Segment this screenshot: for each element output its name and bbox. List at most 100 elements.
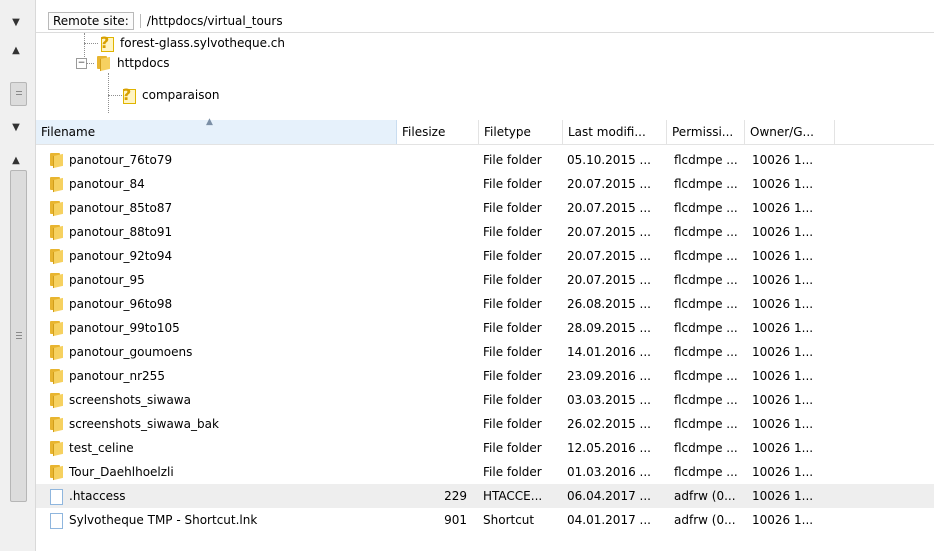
file-modified: 04.01.2017 ... bbox=[567, 513, 651, 527]
scroll-down-icon[interactable]: ▼ bbox=[4, 117, 28, 137]
file-owner: 10026 1... bbox=[752, 465, 814, 479]
table-row[interactable]: panotour_92to94 File folder 20.07.2015 .… bbox=[36, 244, 934, 268]
file-owner: 10026 1... bbox=[752, 177, 814, 191]
file-name: panotour_95 bbox=[69, 273, 145, 287]
table-row[interactable]: panotour_76to79 File folder 05.10.2015 .… bbox=[36, 148, 934, 172]
scroll-up-icon[interactable]: ▲ bbox=[4, 150, 28, 170]
folder-icon bbox=[48, 369, 64, 385]
file-icon bbox=[48, 488, 64, 505]
tree-item-label: comparaison bbox=[142, 88, 220, 102]
grip-icon bbox=[16, 335, 22, 336]
column-header-owner[interactable]: Owner/G... bbox=[745, 120, 835, 144]
tree-item-comparaison[interactable]: ? comparaison bbox=[122, 85, 220, 104]
column-header-permissions[interactable]: Permissi... bbox=[667, 120, 745, 144]
file-size bbox=[397, 388, 467, 412]
file-permissions: flcdmpe ... bbox=[674, 441, 738, 455]
file-permissions: flcdmpe ... bbox=[674, 153, 738, 167]
table-row[interactable]: panotour_84 File folder 20.07.2015 ... f… bbox=[36, 172, 934, 196]
file-permissions: flcdmpe ... bbox=[674, 393, 738, 407]
file-size bbox=[397, 220, 467, 244]
file-name: panotour_84 bbox=[69, 177, 145, 191]
folder-icon bbox=[48, 225, 64, 241]
file-owner: 10026 1... bbox=[752, 201, 814, 215]
table-row[interactable]: panotour_96to98 File folder 26.08.2015 .… bbox=[36, 292, 934, 316]
dropdown-arrow-icon[interactable]: ▼ bbox=[4, 12, 28, 32]
folder-icon bbox=[48, 393, 64, 409]
file-permissions: flcdmpe ... bbox=[674, 321, 738, 335]
table-row[interactable]: test_celine File folder 12.05.2016 ... f… bbox=[36, 436, 934, 460]
table-row[interactable]: panotour_85to87 File folder 20.07.2015 .… bbox=[36, 196, 934, 220]
file-name: panotour_76to79 bbox=[69, 153, 173, 167]
column-header-filename[interactable]: Filename ▲ bbox=[36, 117, 397, 144]
file-modified: 20.07.2015 ... bbox=[567, 201, 651, 215]
file-size bbox=[397, 412, 467, 436]
folder-icon bbox=[48, 417, 64, 433]
file-size bbox=[397, 148, 467, 172]
file-size bbox=[397, 196, 467, 220]
file-type: File folder bbox=[483, 441, 542, 455]
table-row[interactable]: panotour_88to91 File folder 20.07.2015 .… bbox=[36, 220, 934, 244]
table-row[interactable]: panotour_99to105 File folder 28.09.2015 … bbox=[36, 316, 934, 340]
folder-icon bbox=[48, 297, 64, 313]
folder-icon bbox=[48, 177, 64, 193]
folder-icon bbox=[48, 249, 64, 265]
file-list-scrollbar-thumb[interactable] bbox=[10, 170, 27, 502]
tree-item-forest-glass[interactable]: ? forest-glass.sylvotheque.ch bbox=[100, 33, 285, 52]
file-type: File folder bbox=[483, 465, 542, 479]
table-row[interactable]: screenshots_siwawa_bak File folder 26.02… bbox=[36, 412, 934, 436]
file-owner: 10026 1... bbox=[752, 369, 814, 383]
tree-item-label: httpdocs bbox=[117, 56, 170, 70]
file-modified: 26.02.2015 ... bbox=[567, 417, 651, 431]
file-permissions: flcdmpe ... bbox=[674, 417, 738, 431]
tree-item-httpdocs[interactable]: − httpdocs bbox=[76, 54, 169, 72]
table-row[interactable]: panotour_goumoens File folder 14.01.2016… bbox=[36, 340, 934, 364]
file-modified: 28.09.2015 ... bbox=[567, 321, 651, 335]
file-type: File folder bbox=[483, 369, 542, 383]
folder-icon bbox=[48, 273, 64, 289]
column-header-label: Filetype bbox=[484, 125, 531, 139]
folder-icon bbox=[48, 345, 64, 361]
file-name: panotour_nr255 bbox=[69, 369, 165, 383]
column-header-label: Owner/G... bbox=[750, 125, 814, 139]
file-owner: 10026 1... bbox=[752, 513, 814, 527]
table-row[interactable]: panotour_95 File folder 20.07.2015 ... f… bbox=[36, 268, 934, 292]
tree-scrollbar-thumb[interactable] bbox=[10, 82, 27, 106]
file-owner: 10026 1... bbox=[752, 153, 814, 167]
grip-icon bbox=[16, 94, 22, 95]
table-row[interactable]: panotour_nr255 File folder 23.09.2016 ..… bbox=[36, 364, 934, 388]
file-modified: 20.07.2015 ... bbox=[567, 225, 651, 239]
file-owner: 10026 1... bbox=[752, 393, 814, 407]
file-type: File folder bbox=[483, 345, 542, 359]
folder-icon bbox=[48, 441, 64, 457]
table-row[interactable]: Tour_Daehlhoelzli File folder 01.03.2016… bbox=[36, 460, 934, 484]
local-pane-edge: ▼ ▲ ▼ ▲ bbox=[0, 0, 36, 551]
file-modified: 26.08.2015 ... bbox=[567, 297, 651, 311]
column-header-last-modified[interactable]: Last modifi... bbox=[563, 120, 667, 144]
column-header-label: Filename bbox=[41, 125, 96, 139]
file-size: 229 bbox=[444, 489, 467, 503]
file-size bbox=[397, 268, 467, 292]
column-header-filesize[interactable]: Filesize bbox=[397, 120, 479, 144]
unknown-question-icon: ? bbox=[100, 33, 114, 52]
file-modified: 23.09.2016 ... bbox=[567, 369, 651, 383]
file-type: File folder bbox=[483, 177, 542, 191]
column-header-label: Last modifi... bbox=[568, 125, 646, 139]
file-type: File folder bbox=[483, 153, 542, 167]
file-owner: 10026 1... bbox=[752, 345, 814, 359]
table-row[interactable]: screenshots_siwawa File folder 03.03.201… bbox=[36, 388, 934, 412]
tree-item-label: forest-glass.sylvotheque.ch bbox=[120, 36, 285, 50]
file-permissions: flcdmpe ... bbox=[674, 201, 738, 215]
remote-site-path-input[interactable]: /httpdocs/virtual_tours bbox=[139, 14, 283, 28]
file-size bbox=[397, 172, 467, 196]
file-size: 901 bbox=[444, 513, 467, 527]
folder-icon bbox=[48, 153, 64, 169]
scroll-up-icon[interactable]: ▲ bbox=[4, 40, 28, 60]
file-owner: 10026 1... bbox=[752, 225, 814, 239]
column-header-filetype[interactable]: Filetype bbox=[479, 120, 563, 144]
file-name: panotour_96to98 bbox=[69, 297, 173, 311]
grip-icon bbox=[16, 332, 22, 333]
table-row-selected[interactable]: .htaccess 229 HTACCE... 06.04.2017 ... a… bbox=[36, 484, 934, 508]
file-owner: 10026 1... bbox=[752, 441, 814, 455]
file-permissions: flcdmpe ... bbox=[674, 273, 738, 287]
table-row[interactable]: Sylvotheque TMP - Shortcut.lnk 901 Short… bbox=[36, 508, 934, 532]
